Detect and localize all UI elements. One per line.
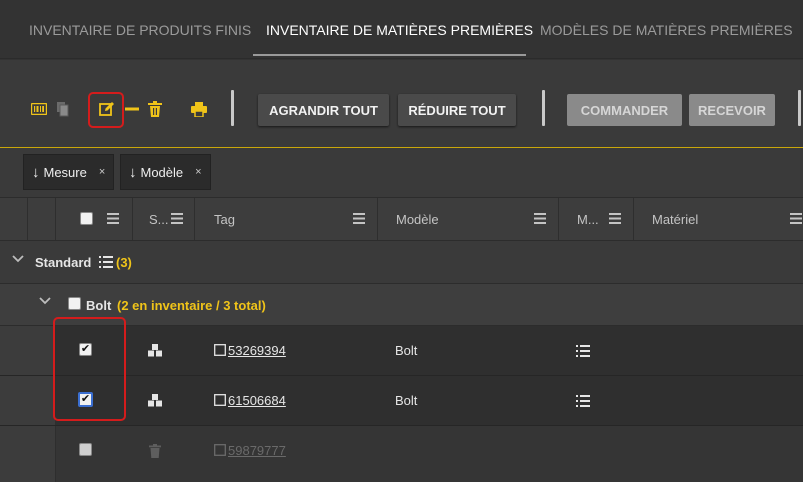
barcode-icon[interactable]	[30, 100, 48, 118]
column-menu-icon[interactable]	[107, 213, 119, 224]
column-menu-icon[interactable]	[353, 213, 365, 224]
header-tag[interactable]: Tag	[195, 198, 378, 240]
tab-bar: INVENTAIRE DE PRODUITS FINIS INVENTAIRE …	[0, 0, 803, 60]
minus-icon[interactable]	[123, 100, 141, 118]
close-icon[interactable]: ×	[99, 166, 105, 178]
row-checkbox[interactable]	[79, 443, 92, 456]
column-menu-icon[interactable]	[534, 213, 546, 224]
column-menu-icon[interactable]	[171, 213, 183, 224]
group-count: (3)	[116, 255, 132, 270]
tab-raw-materials[interactable]: INVENTAIRE DE MATIÈRES PREMIÈRES	[253, 0, 533, 56]
square-icon	[214, 394, 226, 406]
tag-link[interactable]: 59879777	[228, 443, 286, 458]
toolbar-separator	[542, 90, 545, 126]
list-icon[interactable]	[576, 395, 590, 407]
chevron-down-icon[interactable]	[39, 297, 51, 305]
group-row-standard[interactable]: Standard (3)	[0, 241, 803, 284]
expand-all-button[interactable]: AGRANDIR TOUT	[258, 94, 389, 126]
group-chip-label: Mesure	[43, 164, 87, 180]
column-menu-icon[interactable]	[609, 213, 621, 224]
header-m[interactable]: M...	[559, 198, 634, 240]
collapse-all-button[interactable]: RÉDUIRE TOUT	[398, 94, 516, 126]
group-chip-measure[interactable]: ↓ Mesure ×	[23, 154, 115, 190]
header-status[interactable]: S...	[133, 198, 195, 240]
select-all-checkbox[interactable]	[80, 212, 93, 225]
sort-down-icon: ↓	[32, 163, 40, 181]
trash-icon[interactable]	[146, 100, 164, 118]
square-icon	[214, 444, 226, 456]
table-row[interactable]: 59879777	[0, 426, 803, 482]
chevron-down-icon[interactable]	[12, 255, 24, 263]
group-label: Standard	[35, 255, 92, 270]
group-summary: (2 en inventaire / 3 total)	[117, 298, 266, 313]
sort-down-icon: ↓	[129, 163, 137, 181]
edit-highlight-box	[88, 92, 124, 128]
table-header: S... Tag Modèle M... Matériel	[0, 197, 803, 241]
tab-raw-material-models[interactable]: MODÈLES DE MATIÈRES PREMIÈRES	[540, 0, 793, 56]
model-cell: Bolt	[395, 343, 418, 358]
cubes-icon	[148, 394, 162, 407]
tag-link[interactable]: 53269394	[228, 343, 286, 358]
header-model[interactable]: Modèle	[378, 198, 559, 240]
column-menu-icon[interactable]	[790, 213, 802, 224]
model-cell: Bolt	[395, 393, 418, 408]
trash-icon	[149, 444, 161, 458]
toolbar: AGRANDIR TOUT RÉDUIRE TOUT COMMANDER REC…	[0, 72, 803, 148]
tab-finished-products[interactable]: INVENTAIRE DE PRODUITS FINIS	[29, 0, 251, 56]
group-chip-model[interactable]: ↓ Modèle ×	[120, 154, 211, 190]
print-icon[interactable]	[190, 100, 208, 118]
tab-divider	[0, 58, 803, 59]
toolbar-separator	[798, 90, 801, 126]
group-checkbox[interactable]	[68, 297, 81, 310]
cubes-icon	[148, 344, 162, 357]
list-icon	[99, 256, 113, 268]
header-material[interactable]: Matériel	[634, 198, 803, 240]
checkbox-highlight-box	[53, 317, 126, 421]
list-icon[interactable]	[576, 345, 590, 357]
order-button[interactable]: COMMANDER	[567, 94, 682, 126]
square-icon	[214, 344, 226, 356]
tag-link[interactable]: 61506684	[228, 393, 286, 408]
group-label: Bolt	[86, 298, 112, 313]
receive-button[interactable]: RECEVOIR	[689, 94, 775, 126]
toolbar-separator	[231, 90, 234, 126]
copy-icon[interactable]	[54, 100, 72, 118]
header-select-cell	[56, 198, 133, 240]
group-chip-label: Modèle	[140, 164, 184, 180]
close-icon[interactable]: ×	[195, 166, 201, 178]
